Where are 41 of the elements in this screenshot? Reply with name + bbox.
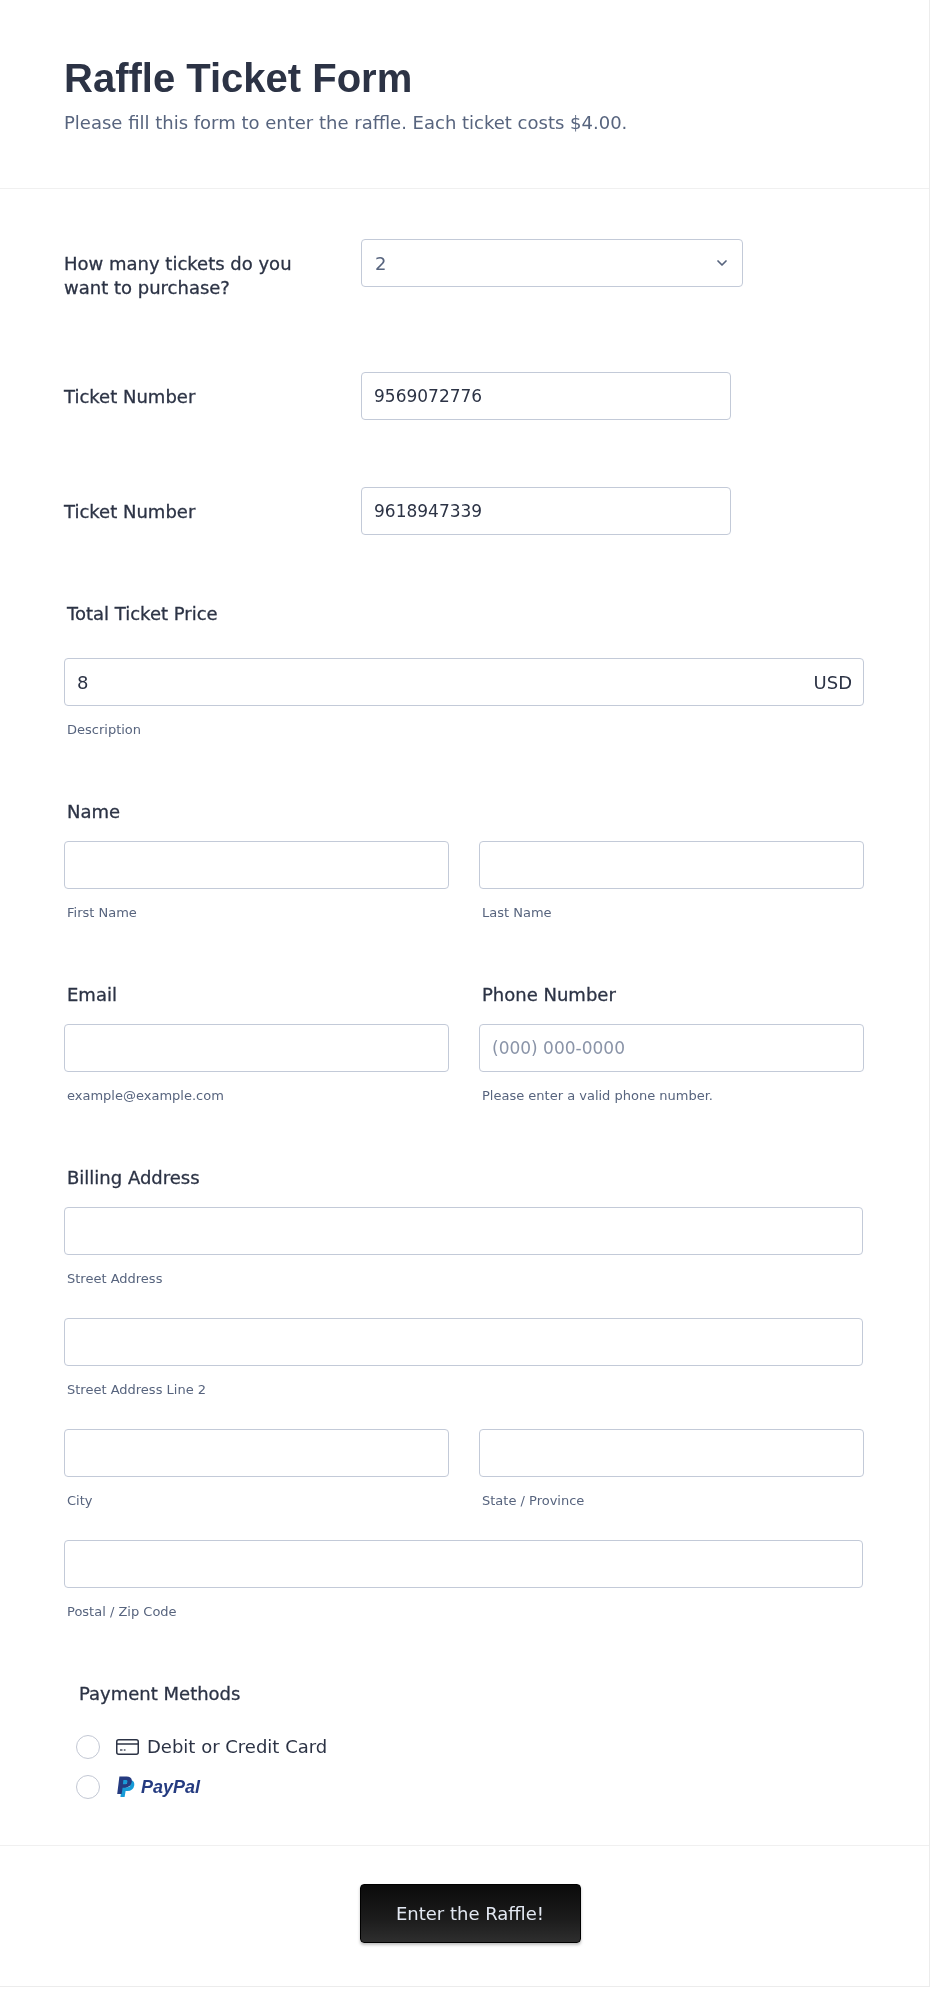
text-field[interactable] [64,1318,863,1366]
field-label: How many tickets do you want to purchase? [64,252,293,300]
text-field[interactable] [64,1024,449,1072]
form-description: Please fill this form to enter the raffle. Each ticket costs $4.00. [64,111,629,135]
field-sublabel: Street Address [66,1271,164,1287]
field-label: Name [66,800,122,824]
field-sublabel: Description [66,722,143,738]
field-label: Ticket Number [64,385,197,409]
radio-button[interactable] [76,1735,100,1759]
field-sublabel: Postal / Zip Code [66,1604,178,1620]
text-field[interactable]: (000) 000-0000 [479,1024,864,1072]
field-sublabel: First Name [66,905,138,921]
field-sublabel: Last Name [481,905,553,921]
price-field[interactable]: 8 USD [64,658,864,706]
payment-option-label[interactable]: PayPal [141,1776,201,1798]
text-field[interactable] [64,1429,449,1477]
text-field[interactable] [64,1540,863,1588]
credit-card-icon [116,1739,139,1755]
field-label: Phone Number [481,983,617,1007]
field-label: Ticket Number [64,500,197,524]
field-sublabel: State / Province [481,1493,586,1509]
field-sublabel: Please enter a valid phone number. [481,1088,714,1104]
form-title: Raffle Ticket Form [64,55,414,102]
radio-button[interactable] [76,1775,100,1799]
text-field[interactable]: 9569072776 [361,372,731,420]
text-field[interactable] [479,841,864,889]
text-field[interactable]: 9618947339 [361,487,731,535]
field-label: Total Ticket Price [66,602,219,626]
text-field[interactable] [479,1429,864,1477]
text-field[interactable] [64,1207,863,1255]
select-field[interactable]: 2 [361,239,743,287]
field-label: Payment Methods [78,1682,242,1706]
field-label: Email [66,983,118,1007]
field-sublabel: example@example.com [66,1088,225,1104]
payment-option-label[interactable]: Debit or Credit Card [147,1735,328,1759]
field-label: Billing Address [66,1166,201,1190]
text-field[interactable] [64,841,449,889]
submit-button[interactable]: Enter the Raffle! [359,1884,581,1943]
p-logo-icon [116,1776,135,1798]
field-sublabel: Street Address Line 2 [66,1382,208,1398]
field-sublabel: City [66,1493,94,1509]
